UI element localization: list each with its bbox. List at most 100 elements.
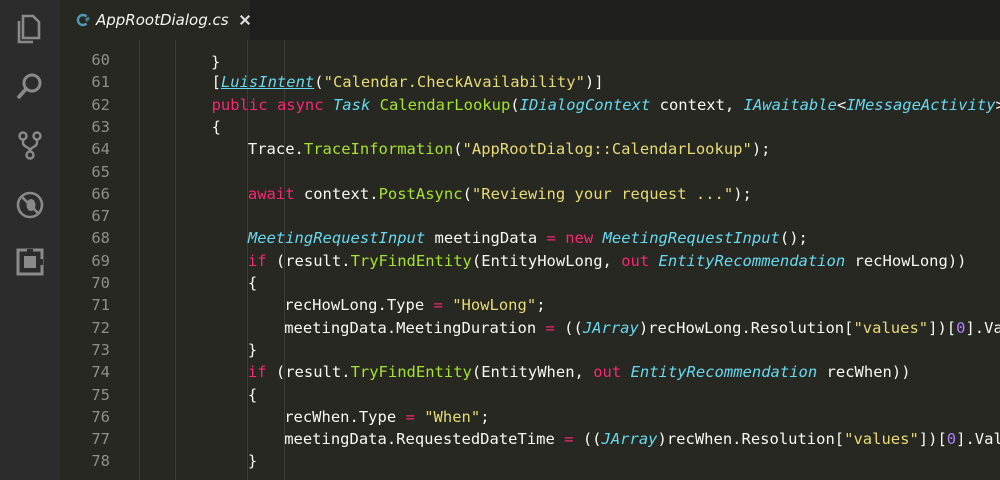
- code-token: );: [751, 140, 771, 159]
- editor-tab[interactable]: # AppRootDialog.cs: [60, 0, 250, 40]
- code-line: 62 public async Task CalendarLookup(IDial…: [60, 94, 1000, 116]
- code-token: JArray: [582, 318, 639, 337]
- code-text: {: [212, 116, 221, 138]
- code-token: {: [247, 385, 258, 404]
- code-token: ])[: [918, 430, 947, 449]
- extensions-icon[interactable]: [12, 244, 48, 280]
- csharp-file-icon: #: [76, 13, 90, 27]
- code-text: public async Task CalendarLookup(IDialog…: [212, 94, 1000, 116]
- code-text: Trace.TraceInformation("AppRootDialog::C…: [248, 138, 771, 160]
- code-line: 73}: [60, 339, 1000, 361]
- code-token: LuisIntent: [220, 73, 315, 92]
- code-token: > a: [996, 96, 1000, 114]
- code-token: =: [405, 407, 415, 426]
- code-token: "values": [844, 430, 919, 449]
- code-text: meetingData.RequestedDateTime = ((JArray…: [284, 428, 1000, 450]
- code-token: IDialogContext: [519, 95, 651, 114]
- code-token: recWhen)): [817, 363, 911, 382]
- code-editor[interactable]: } 60 61 [LuisIntent("Calendar.CheckAvailab…: [60, 40, 1000, 480]
- source-control-icon[interactable]: [12, 127, 48, 163]
- code-token: Trace.: [247, 140, 304, 159]
- code-token: =: [564, 430, 574, 449]
- code-token: ((: [554, 318, 583, 337]
- code-token: context,: [650, 95, 744, 114]
- code-line: 78}: [60, 450, 1000, 472]
- code-token: "When": [424, 407, 481, 426]
- code-text: [LuisIntent("Calendar.CheckAvailability"…: [212, 71, 604, 93]
- line-number: 65: [91, 162, 110, 181]
- code-line: 70 {: [60, 272, 1000, 294]
- code-token: {: [247, 274, 258, 292]
- code-token: [: [211, 73, 221, 92]
- code-token: if: [247, 363, 267, 382]
- code-token: ;: [536, 296, 546, 315]
- code-token: recHowLong)): [845, 251, 967, 270]
- code-token: (result.: [266, 363, 351, 382]
- code-token: meetingData.RequestedDateTime: [284, 430, 565, 449]
- line-number: 61: [91, 73, 110, 92]
- code-text: meetingData.MeetingDuration = ((JArray)r…: [284, 317, 1000, 339]
- code-text: if (result.TryFindEntity(EntityHowLong, …: [248, 250, 967, 272]
- code-token: EntityRecommendation: [658, 251, 846, 270]
- code-token: ;: [480, 407, 490, 426]
- code-token: )recWhen.Resolution[: [657, 430, 845, 449]
- code-token: =: [433, 296, 443, 315]
- code-token: (: [462, 184, 472, 203]
- code-token: context.: [294, 184, 379, 203]
- line-number: 67: [91, 207, 110, 226]
- code-token: "AppRootDialog::CalendarLookup": [462, 140, 752, 159]
- line-number: 62: [91, 95, 110, 114]
- code-token: new: [565, 229, 594, 248]
- code-token: public: [211, 95, 268, 114]
- code-line: 65: [60, 161, 1000, 183]
- code-token: out: [621, 251, 650, 270]
- code-token: )recHowLong.Resolution[: [638, 318, 854, 337]
- code-token: (: [453, 140, 463, 159]
- svg-text:#: #: [85, 16, 90, 24]
- code-token: "values": [853, 318, 929, 337]
- code-token: TraceInformation: [303, 140, 454, 159]
- explorer-icon[interactable]: [12, 10, 48, 46]
- tab-label: AppRootDialog.cs: [96, 11, 229, 29]
- code-line: 77 meetingData.RequestedDateTime = ((JArr…: [60, 428, 1000, 450]
- code-token: PostAsync: [378, 184, 463, 203]
- code-line: 64 Trace.TraceInformation("AppRootDialog:…: [60, 138, 1000, 160]
- code-token: IMessageActivity: [846, 95, 996, 114]
- line-number: 68: [91, 229, 110, 248]
- code-line: 66 await context.PostAsync("Reviewing you…: [60, 183, 1000, 205]
- code-token: ].Valu: [965, 318, 1000, 337]
- close-icon[interactable]: [239, 13, 251, 27]
- code-token: )]: [584, 73, 604, 92]
- code-token: recWhen.Type: [284, 407, 406, 426]
- code-token: (EntityWhen,: [471, 363, 594, 382]
- line-number: 63: [91, 117, 110, 136]
- debug-icon[interactable]: [12, 187, 48, 223]
- code-token: (: [510, 95, 520, 114]
- tab-strip: # AppRootDialog.cs: [60, 0, 1000, 40]
- code-token: ].Value: [956, 430, 1000, 449]
- search-icon[interactable]: [12, 68, 48, 104]
- code-line: 63 {: [60, 116, 1000, 138]
- code-token: meetingData.MeetingDuration: [284, 318, 546, 337]
- code-token: if: [247, 251, 267, 270]
- code-line: 71 recHowLong.Type = "HowLong";: [60, 294, 1000, 316]
- code-token: out: [593, 363, 622, 382]
- code-token: (EntityHowLong,: [471, 251, 622, 270]
- code-line: 75 {: [60, 384, 1000, 406]
- code-token: {: [211, 117, 221, 136]
- code-text: recWhen.Type = "When";: [284, 406, 489, 428]
- code-line: 67: [60, 205, 1000, 227]
- code-line: 69 if (result.TryFindEntity(EntityHowLong…: [60, 250, 1000, 272]
- code-text: if (result.TryFindEntity(EntityWhen, out…: [248, 361, 911, 383]
- line-number: 74: [91, 363, 110, 382]
- code-line: 61 [LuisIntent("Calendar.CheckAvailabilit…: [60, 71, 1000, 93]
- activity-bar: [0, 0, 60, 480]
